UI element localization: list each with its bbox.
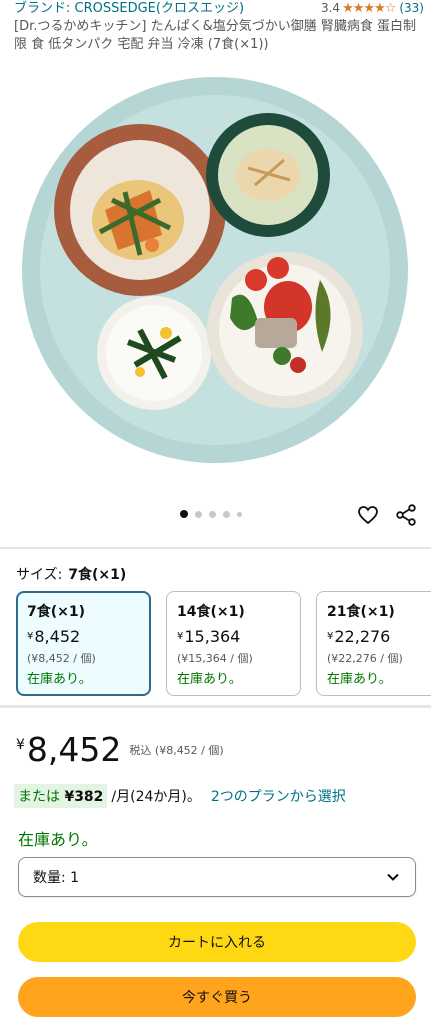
chevron-down-icon	[387, 873, 399, 881]
size-option-unit-price: (¥8,452 / 個)	[27, 652, 96, 665]
installment-badge: または ¥382	[14, 784, 108, 808]
availability-status: 在庫あり。	[18, 830, 98, 849]
product-title: [Dr.つるかめキッチン] たんぱく&塩分気づかい御膳 腎臓病食 蛋白制限 食 …	[14, 19, 416, 52]
installment-row: または ¥382 /月(24か月)。 2つのプランから選択	[14, 784, 346, 808]
rating[interactable]: 3.4 ★★★★☆ (33)	[321, 0, 424, 17]
size-label: サイズ: 7食(×1)	[16, 564, 126, 584]
size-option-14[interactable]: 14食(×1) ¥15,364 (¥15,364 / 個) 在庫あり。	[166, 591, 301, 696]
heart-icon[interactable]	[356, 503, 380, 527]
yen-symbol: ¥	[177, 631, 184, 642]
pager-dot[interactable]	[209, 510, 216, 518]
pager-dot[interactable]	[195, 510, 202, 518]
section-divider	[0, 705, 431, 708]
product-image[interactable]	[0, 60, 431, 500]
yen-symbol: ¥	[327, 631, 334, 642]
size-option-amount: 22,276	[334, 627, 391, 646]
size-option-21[interactable]: 21食(×1) ¥22,276 (¥22,276 / 個) 在庫あり。	[316, 591, 431, 696]
size-option-stock: 在庫あり。	[327, 672, 392, 687]
yen-symbol: ¥	[27, 631, 34, 642]
brand-rating-row: ブランド: CROSSEDGE(クロスエッジ) 3.4 ★★★★☆ (33)	[14, 0, 424, 17]
add-to-cart-button[interactable]: カートに入れる	[18, 922, 416, 962]
size-option-price: ¥8,452	[27, 626, 140, 648]
size-selected: 7食(×1)	[68, 567, 127, 583]
price-yen-symbol: ¥	[16, 737, 25, 753]
product-header: ブランド: CROSSEDGE(クロスエッジ) 3.4 ★★★★☆ (33) […	[14, 0, 424, 54]
size-option-name: 7食(×1)	[27, 604, 86, 620]
size-option-price: ¥15,364	[177, 626, 290, 648]
image-pager[interactable]	[180, 510, 242, 518]
price-tax-note: 税込 (¥8,452 / 個)	[129, 744, 224, 757]
price-block: ¥ 8,452 税込 (¥8,452 / 個)	[16, 730, 224, 770]
brand-link[interactable]: ブランド: CROSSEDGE(クロスエッジ)	[14, 0, 244, 17]
size-option-stock: 在庫あり。	[177, 672, 242, 687]
share-icon[interactable]	[394, 503, 418, 527]
section-divider	[0, 547, 431, 549]
quantity-label: 数量: 1	[33, 870, 80, 886]
rating-count[interactable]: (33)	[399, 0, 424, 17]
rating-value: 3.4	[320, 1, 341, 15]
size-label-text: サイズ:	[16, 567, 63, 583]
star-rating-icon: ★★★★☆	[342, 1, 396, 16]
size-option-name: 14食(×1)	[177, 604, 245, 620]
size-option-unit-price: (¥22,276 / 個)	[327, 652, 403, 665]
quantity-select[interactable]: 数量: 1	[18, 857, 416, 897]
size-option-price: ¥22,276	[327, 626, 421, 648]
price-amount: 8,452	[26, 730, 122, 769]
size-option-name: 21食(×1)	[327, 604, 395, 620]
pager-dot[interactable]	[237, 511, 242, 517]
pager-dot-active[interactable]	[180, 510, 188, 518]
size-option-amount: 8,452	[34, 627, 81, 646]
size-option-7[interactable]: 7食(×1) ¥8,452 (¥8,452 / 個) 在庫あり。	[16, 591, 151, 696]
pager-dot[interactable]	[223, 510, 230, 518]
installment-plan-link[interactable]: 2つのプランから選択	[211, 786, 346, 806]
size-option-unit-price: (¥15,364 / 個)	[177, 652, 253, 665]
installment-period: /月(24か月)。	[111, 789, 201, 805]
installment-amount: ¥382	[64, 789, 104, 805]
size-option-amount: 15,364	[184, 627, 241, 646]
buy-now-button[interactable]: 今すぐ買う	[18, 977, 416, 1017]
installment-prefix: または	[18, 789, 60, 805]
size-option-stock: 在庫あり。	[27, 672, 92, 687]
